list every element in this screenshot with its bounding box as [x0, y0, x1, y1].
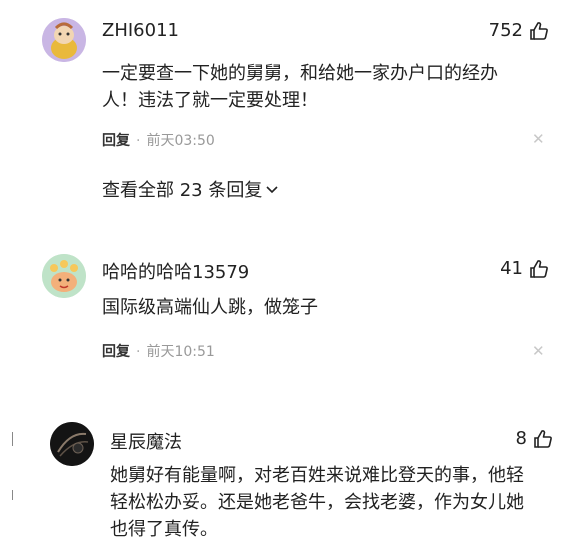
comment-line: 她舅好有能量啊，对老百姓来说难比登天的事，他轻: [110, 465, 524, 486]
comment-text: 她舅好有能量啊，对老百姓来说难比登天的事，他轻 轻松松办妥。还是她老爸牛，会找老…: [110, 462, 560, 543]
comment-line: 轻松松办妥。还是她老爸牛，会找老婆，作为女儿她: [110, 492, 524, 513]
edge-divider: [12, 432, 13, 446]
edge-divider: [12, 490, 13, 500]
comment-line: 也得了真传。: [110, 519, 218, 540]
separator-dot: ·: [136, 133, 141, 149]
like-button[interactable]: 752: [489, 20, 549, 41]
like-count: 752: [488, 20, 523, 41]
avatar[interactable]: [42, 18, 86, 62]
comment-text: 一定要查一下她的舅舅，和给她一家办户口的经办 人！违法了就一定要处理！: [102, 60, 542, 114]
username[interactable]: ZHI6011: [102, 20, 179, 41]
comment-line: 国际级高端仙人跳，做笼子: [102, 297, 318, 318]
thumbs-up-icon: [530, 259, 548, 278]
timestamp: 前天10:51: [146, 344, 215, 360]
close-icon[interactable]: ✕: [532, 342, 545, 360]
timestamp: 前天03:50: [146, 133, 215, 149]
dark-swirl-avatar-icon: [50, 422, 94, 466]
avatar[interactable]: [42, 254, 86, 298]
separator-dot: ·: [136, 344, 141, 360]
like-count: 41: [500, 258, 523, 279]
comment-text: 国际级高端仙人跳，做笼子: [102, 294, 542, 321]
chevron-down-icon: [266, 186, 278, 194]
cartoon-avatar-icon: [42, 254, 86, 298]
username[interactable]: 星辰魔法: [110, 428, 182, 454]
thumbs-up-icon: [530, 21, 548, 40]
cartoon-avatar-icon: [42, 18, 86, 62]
thumbs-up-icon: [534, 429, 552, 448]
view-all-replies-button[interactable]: 查看全部 23 条回复: [102, 176, 279, 202]
like-button[interactable]: 8: [516, 428, 553, 449]
username[interactable]: 哈哈的哈哈13579: [102, 258, 249, 284]
reply-button[interactable]: 回复: [102, 344, 130, 360]
comment-meta: 回复 · 前天03:50: [102, 130, 215, 150]
reply-button[interactable]: 回复: [102, 133, 130, 149]
view-all-label: 查看全部 23 条回复: [102, 180, 263, 201]
close-icon[interactable]: ✕: [532, 130, 545, 148]
like-count: 8: [515, 428, 527, 449]
comment-line: 人！违法了就一定要处理！: [102, 90, 318, 111]
like-button[interactable]: 41: [500, 258, 549, 279]
avatar[interactable]: [50, 422, 94, 466]
comment-meta: 回复 · 前天10:51: [102, 341, 215, 361]
comment-line: 一定要查一下她的舅舅，和给她一家办户口的经办: [102, 63, 498, 84]
